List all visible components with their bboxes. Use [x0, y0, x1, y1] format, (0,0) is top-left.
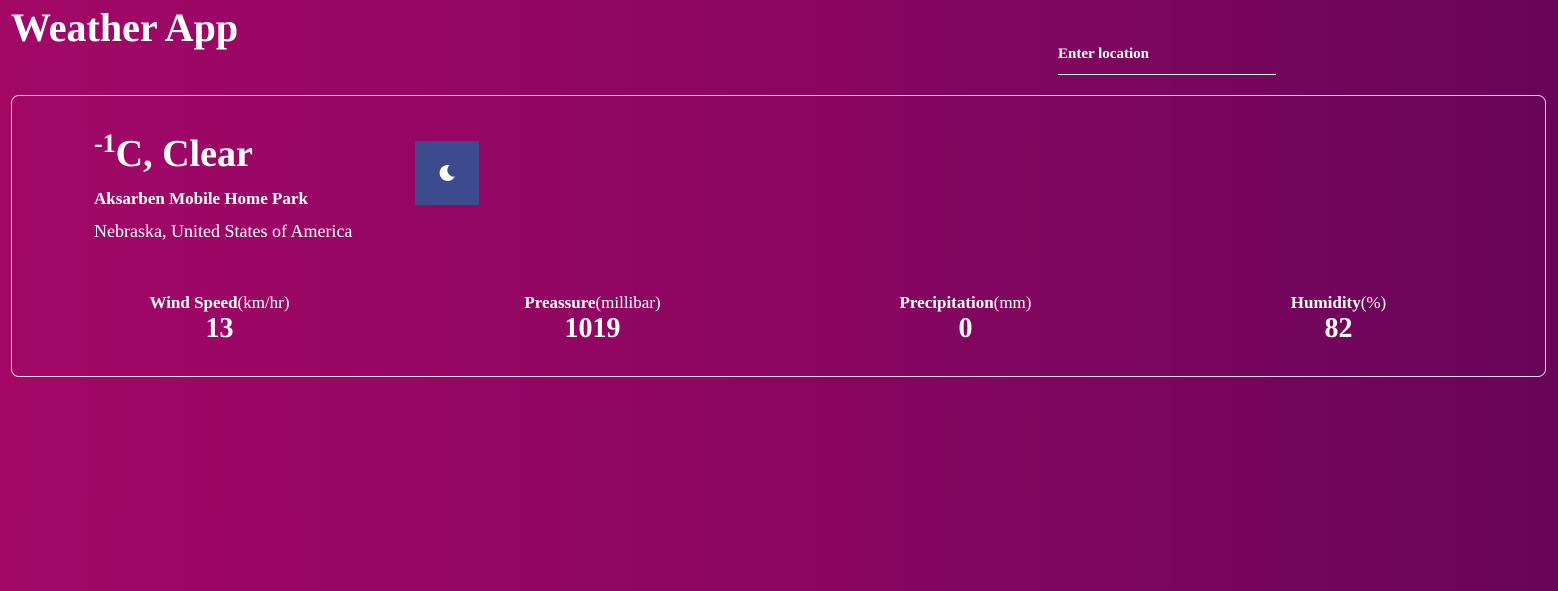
stat-label-name: Precipitation: [899, 293, 994, 312]
search-container: [1058, 44, 1276, 75]
stat-value: 13: [205, 313, 234, 344]
location-search-input[interactable]: [1058, 44, 1276, 75]
app-title: Weather App: [11, 5, 239, 50]
stat-label-name: Preassure: [524, 293, 596, 312]
stat-value: 1019: [564, 313, 621, 344]
stat-label-unit: (mm): [993, 293, 1032, 312]
stat-label: Humidity(%): [1152, 292, 1525, 314]
stat-label-name: Wind Speed: [149, 293, 238, 312]
stat-label-unit: (%): [1360, 293, 1387, 312]
stat-label-unit: (km/hr): [237, 293, 290, 312]
stat-label: Wind Speed(km/hr): [33, 292, 406, 314]
temperature-unit-condition: C, Clear: [115, 133, 253, 175]
stat-humidity: Humidity(%) 82: [1152, 292, 1525, 344]
stat-precipitation: Precipitation(mm) 0: [779, 292, 1152, 344]
stat-label: Preassure(millibar): [406, 292, 779, 314]
weather-condition-icon-box: [415, 141, 479, 205]
stat-label-unit: (millibar): [595, 293, 661, 312]
location-name: Aksarben Mobile Home Park: [94, 189, 308, 208]
stat-wind-speed: Wind Speed(km/hr) 13: [33, 292, 406, 344]
location-region: Nebraska, United States of America: [94, 221, 353, 241]
temperature-value: -1: [94, 129, 116, 158]
weather-card: -1C, Clear Aksarben Mobile Home Park Neb…: [11, 95, 1546, 377]
stat-label: Precipitation(mm): [779, 292, 1152, 314]
stat-label-name: Humidity: [1290, 293, 1361, 312]
temperature-condition: -1C, Clear: [94, 129, 253, 176]
stat-value: 0: [958, 313, 973, 344]
weather-stats: Wind Speed(km/hr) 13 Preassure(millibar)…: [33, 292, 1525, 344]
stat-pressure: Preassure(millibar) 1019: [406, 292, 779, 344]
moon-icon: [439, 164, 455, 181]
stat-value: 82: [1324, 313, 1353, 344]
